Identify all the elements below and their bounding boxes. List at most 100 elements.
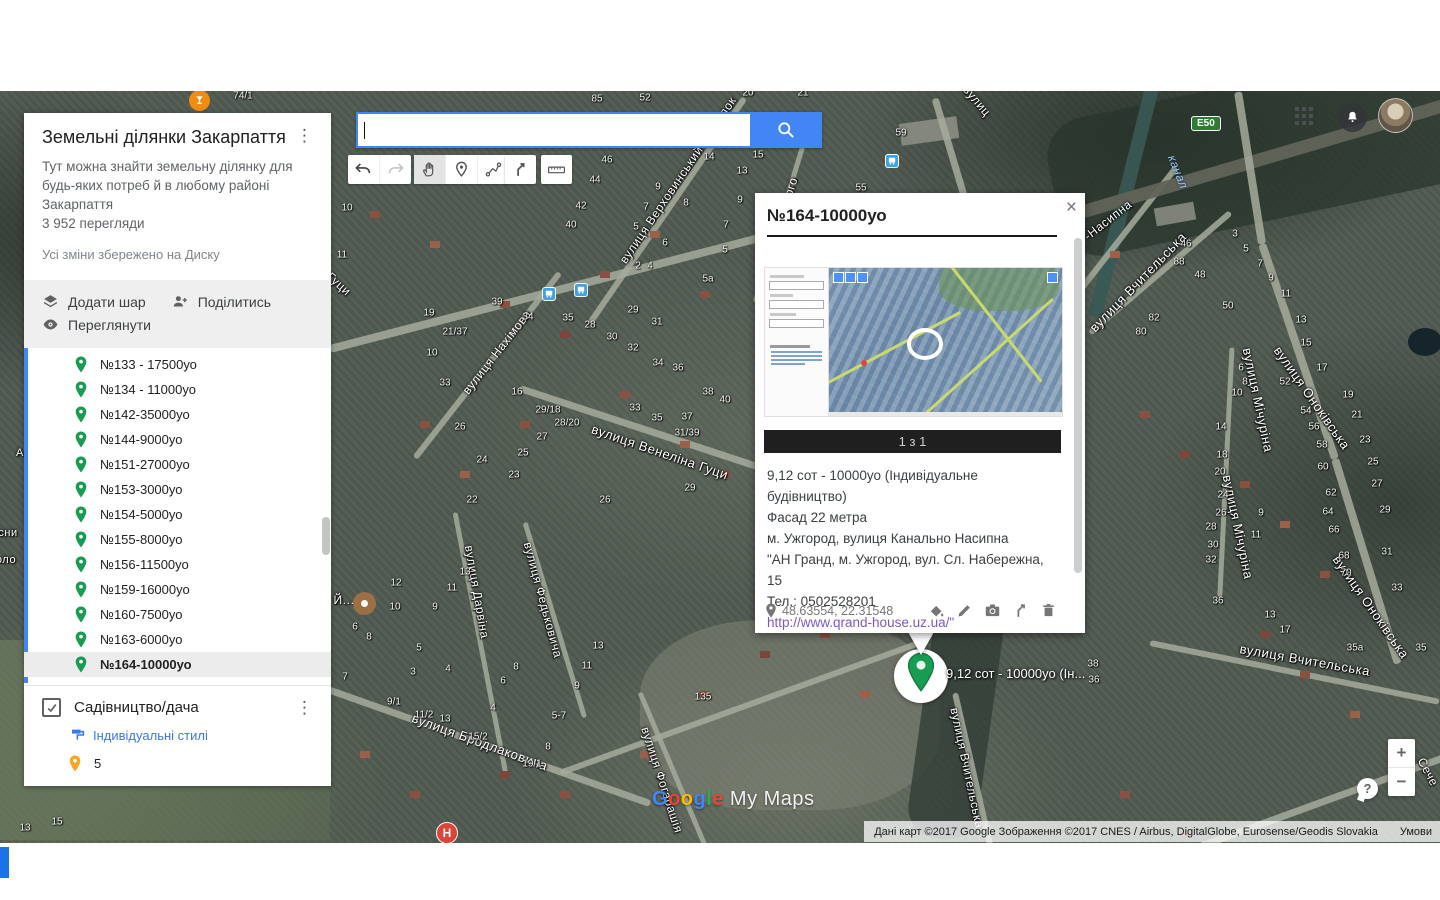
zoom-out-button[interactable]: − [1388, 768, 1415, 796]
pan-tool-button[interactable] [414, 155, 446, 184]
search-button[interactable] [750, 112, 822, 148]
redo-button[interactable] [380, 155, 411, 184]
avatar[interactable] [1378, 98, 1413, 133]
house-number: 17 [1279, 625, 1290, 636]
list-item[interactable]: №155-8000уо [24, 527, 331, 552]
transit-stop-icon[interactable] [542, 287, 556, 301]
house-number: 5 [1243, 244, 1249, 255]
list-item[interactable]: №144-9000уо [24, 427, 331, 452]
cadastral-screenshot-panel [765, 268, 829, 416]
list-item[interactable]: №164-10000уо [24, 652, 331, 677]
layer2-name[interactable]: Садівництво/дача [74, 699, 279, 716]
directions-icon[interactable] [1012, 602, 1029, 619]
zoom-in-button[interactable]: + [1388, 739, 1415, 768]
layer2-checkbox[interactable] [42, 698, 61, 717]
popup-scrollbar[interactable] [1074, 238, 1082, 573]
notifications-button[interactable] [1338, 103, 1367, 132]
house-number: 68 [1338, 551, 1349, 562]
delete-trash-icon[interactable] [1040, 602, 1057, 619]
house-number: 4 [490, 703, 496, 714]
house-number: 32 [627, 343, 638, 354]
house-number: 21 [1351, 410, 1362, 421]
terms-link[interactable]: Умови [1400, 826, 1432, 838]
individual-styles-link[interactable]: Індивідуальні стилі [70, 727, 317, 743]
cadastral-screenshot-map [829, 268, 1062, 416]
house-number: 11 [582, 661, 592, 672]
popup-detail-line: Фасад 22 метра [767, 507, 1057, 528]
house-number: 24 [476, 455, 487, 466]
list-item[interactable]: №154-5000уо [24, 502, 331, 527]
dot-poi-marker[interactable] [353, 592, 376, 615]
search-icon [776, 120, 796, 140]
preview-button[interactable]: Переглянути [42, 313, 151, 336]
house-number: 3 [1232, 229, 1238, 240]
house-number: 31 [1381, 547, 1392, 558]
measure-button[interactable] [541, 155, 572, 184]
popup-title: №164-10000уо [767, 206, 1085, 226]
list-item[interactable]: №159-16000уо [24, 577, 331, 602]
house-number: 27 [1371, 479, 1382, 490]
house-number: 14 [703, 152, 714, 163]
bell-icon [1345, 110, 1360, 125]
house-number: 37 [681, 412, 692, 423]
parcel-highlight-circle [907, 328, 943, 360]
house-number: 64 [1322, 507, 1333, 518]
add-directions-button[interactable] [505, 155, 536, 184]
list-item[interactable]: №153-3000уо [24, 477, 331, 502]
help-button[interactable]: ? [1357, 778, 1378, 799]
street-label: вулиц [960, 91, 994, 119]
layer2-legend-item[interactable]: 5 [68, 755, 317, 772]
house-number: 10 [1231, 388, 1242, 399]
house-number: 34 [522, 312, 533, 323]
close-icon[interactable]: × [1066, 197, 1077, 219]
hospital-marker[interactable]: H [436, 822, 458, 843]
marker-tool-icon [452, 160, 471, 179]
layer2-menu-button[interactable]: ⋮ [292, 699, 317, 716]
map-menu-button[interactable]: ⋮ [292, 127, 317, 144]
list-item[interactable]: №134 - 11000уо [24, 377, 331, 402]
attached-image[interactable] [764, 267, 1063, 417]
transit-stop-icon[interactable] [885, 154, 899, 168]
apps-grid-button[interactable] [1295, 107, 1313, 125]
share-button[interactable]: Поділитись [172, 290, 271, 313]
map-title[interactable]: Земельні ділянки Закарпаття [42, 127, 286, 148]
house-number: 58 [1316, 440, 1327, 451]
layer1-item-list: №133 - 17500уо№134 - 11000уо№142-35000уо… [24, 348, 331, 683]
add-marker-button[interactable] [446, 155, 478, 184]
house-number: 22 [466, 495, 477, 506]
list-item[interactable]: №160-7500уо [24, 602, 331, 627]
house-number: 21/37 [442, 327, 467, 338]
house-number: 135 [695, 692, 712, 703]
google-my-maps-watermark: Google My Maps [652, 788, 815, 811]
undo-button[interactable] [348, 155, 380, 184]
search-input[interactable] [356, 112, 750, 148]
selected-marker-pin[interactable] [906, 652, 936, 697]
add-layer-button[interactable]: Додати шар [42, 290, 146, 313]
house-number: 9/1 [387, 697, 401, 708]
house-number: 54 [1300, 406, 1311, 417]
house-number: 24 [1217, 490, 1228, 501]
house-number: 46 [1180, 239, 1191, 250]
house-number: 5-7 [552, 711, 566, 722]
camera-icon[interactable] [984, 602, 1001, 619]
house-number: 59 [895, 128, 906, 139]
house-number: 27 [536, 432, 547, 443]
edit-pencil-icon[interactable] [956, 602, 973, 619]
polyline-icon [484, 160, 503, 179]
transit-stop-icon[interactable] [574, 283, 588, 297]
bar-poi-marker[interactable] [189, 91, 210, 111]
image-carousel-counter: 1 з 1 [764, 430, 1061, 453]
street-label: вулиця Федьковича [521, 541, 565, 660]
house-number: 8 [366, 632, 372, 643]
list-scrollbar[interactable] [322, 517, 330, 555]
list-item[interactable]: №163-6000уо [24, 627, 331, 652]
style-bucket-icon[interactable] [928, 602, 945, 619]
list-item[interactable]: №156-11500уо [24, 552, 331, 577]
house-number: 8 [545, 742, 551, 753]
list-item[interactable]: №142-35000уо [24, 402, 331, 427]
list-item[interactable]: №151-27000уо [24, 452, 331, 477]
house-number: 19 [423, 308, 434, 319]
house-number: 9 [655, 182, 661, 193]
house-number: 35 [562, 313, 573, 324]
list-item[interactable]: №133 - 17500уо [24, 352, 331, 377]
